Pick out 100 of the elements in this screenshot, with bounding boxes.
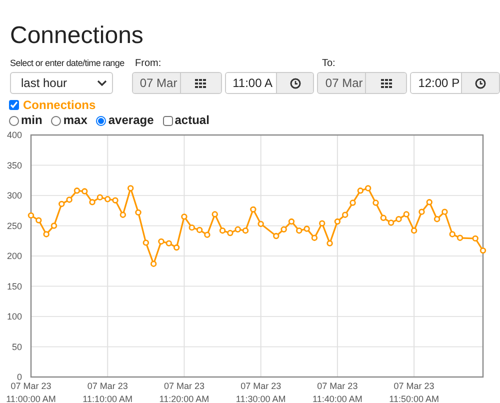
point	[158, 238, 164, 245]
point	[135, 209, 142, 216]
point	[242, 227, 249, 234]
y-tick-label: 50	[12, 342, 22, 352]
y-tick-label: 100	[6, 312, 22, 322]
point	[50, 222, 58, 229]
point	[480, 247, 486, 254]
series-checkbox[interactable]	[9, 100, 19, 110]
x-tick-label: 07 Mar 23 11:40:00 AM	[312, 381, 362, 403]
point	[96, 194, 104, 200]
point	[66, 196, 72, 203]
y-tick-label: 0	[16, 372, 22, 382]
point	[181, 214, 188, 220]
point	[364, 185, 372, 192]
point	[28, 212, 34, 219]
point	[334, 218, 341, 225]
range-label: Select or enter date/time range	[10, 57, 126, 70]
point	[89, 199, 96, 206]
point	[166, 240, 172, 246]
point	[250, 206, 256, 213]
point	[304, 226, 310, 232]
point	[258, 220, 264, 228]
point	[396, 216, 402, 222]
point	[120, 212, 126, 218]
point	[472, 235, 478, 242]
point	[357, 188, 364, 194]
point	[410, 227, 418, 234]
point	[196, 226, 203, 234]
y-tick-label: 400	[6, 130, 22, 140]
point	[296, 227, 302, 234]
radio-button[interactable]	[51, 116, 62, 126]
time-picker-button[interactable]	[462, 73, 499, 93]
point	[403, 211, 410, 218]
point	[273, 232, 280, 240]
point	[142, 240, 150, 246]
date-field[interactable]: 07 Mar	[318, 73, 366, 93]
y-tick-label: 250	[6, 220, 22, 231]
point	[372, 200, 379, 206]
point	[342, 212, 348, 218]
x-tick-label: 07 Mar 23 11:10:00 AM	[82, 381, 133, 403]
point	[74, 188, 80, 194]
clock-icon	[290, 78, 301, 88]
radio-button[interactable]	[9, 116, 19, 126]
option-label: actual	[174, 113, 210, 128]
range-dropdown[interactable]: last hour	[10, 72, 113, 94]
point	[219, 227, 226, 234]
calendar-button[interactable]	[180, 73, 221, 93]
point	[188, 224, 195, 231]
grid-icon	[380, 78, 392, 88]
option-label: average	[108, 113, 154, 128]
time-field[interactable]: 12:00 P	[411, 73, 462, 93]
point	[380, 214, 387, 221]
radio-button[interactable]	[96, 116, 106, 126]
grid-icon	[195, 78, 206, 88]
point	[127, 185, 134, 192]
point	[150, 260, 157, 267]
point	[442, 208, 448, 215]
point	[350, 200, 356, 206]
calendar-button[interactable]	[366, 73, 406, 93]
point	[227, 230, 234, 236]
to-label: To:	[322, 57, 336, 70]
point	[288, 218, 295, 225]
date-field[interactable]: 07 Mar	[132, 73, 181, 93]
x-tick-label: 07 Mar 23 11:00:00 AM	[6, 381, 56, 403]
x-tick-label: 07 Mar 23 11:30:00 AM	[236, 381, 286, 403]
x-tick-label: 07 Mar 23 11:20:00 AM	[159, 381, 210, 403]
point	[112, 197, 118, 204]
checkbox[interactable]	[162, 116, 173, 126]
point	[36, 217, 42, 224]
option-label: max	[63, 113, 88, 128]
y-tick-label: 350	[6, 160, 22, 170]
point	[173, 244, 180, 251]
y-tick-label: 150	[6, 281, 22, 292]
point	[212, 211, 218, 218]
time-picker-button[interactable]	[276, 73, 314, 93]
point	[326, 240, 333, 246]
point	[82, 188, 88, 194]
point	[280, 226, 287, 232]
page-title: Connections	[9, 21, 144, 50]
time-field[interactable]: 11:00 A	[226, 73, 277, 93]
point	[434, 216, 440, 222]
legend-label: Connections	[23, 98, 96, 112]
point	[234, 226, 241, 232]
point	[58, 200, 65, 208]
point	[388, 220, 394, 226]
point	[456, 234, 464, 241]
point	[426, 199, 432, 206]
point	[449, 231, 456, 238]
from-label: From:	[135, 57, 162, 70]
point	[43, 231, 50, 238]
point	[319, 220, 326, 226]
point	[311, 234, 318, 241]
y-tick-label: 300	[6, 190, 22, 200]
caret-icon	[96, 80, 107, 86]
option-label: min	[21, 113, 42, 128]
point	[418, 208, 425, 215]
point	[104, 196, 111, 202]
x-tick-label: 07 Mar 23 11:50:00 AM	[389, 381, 439, 403]
clock-icon	[475, 78, 486, 88]
y-tick-label: 200	[6, 251, 22, 261]
